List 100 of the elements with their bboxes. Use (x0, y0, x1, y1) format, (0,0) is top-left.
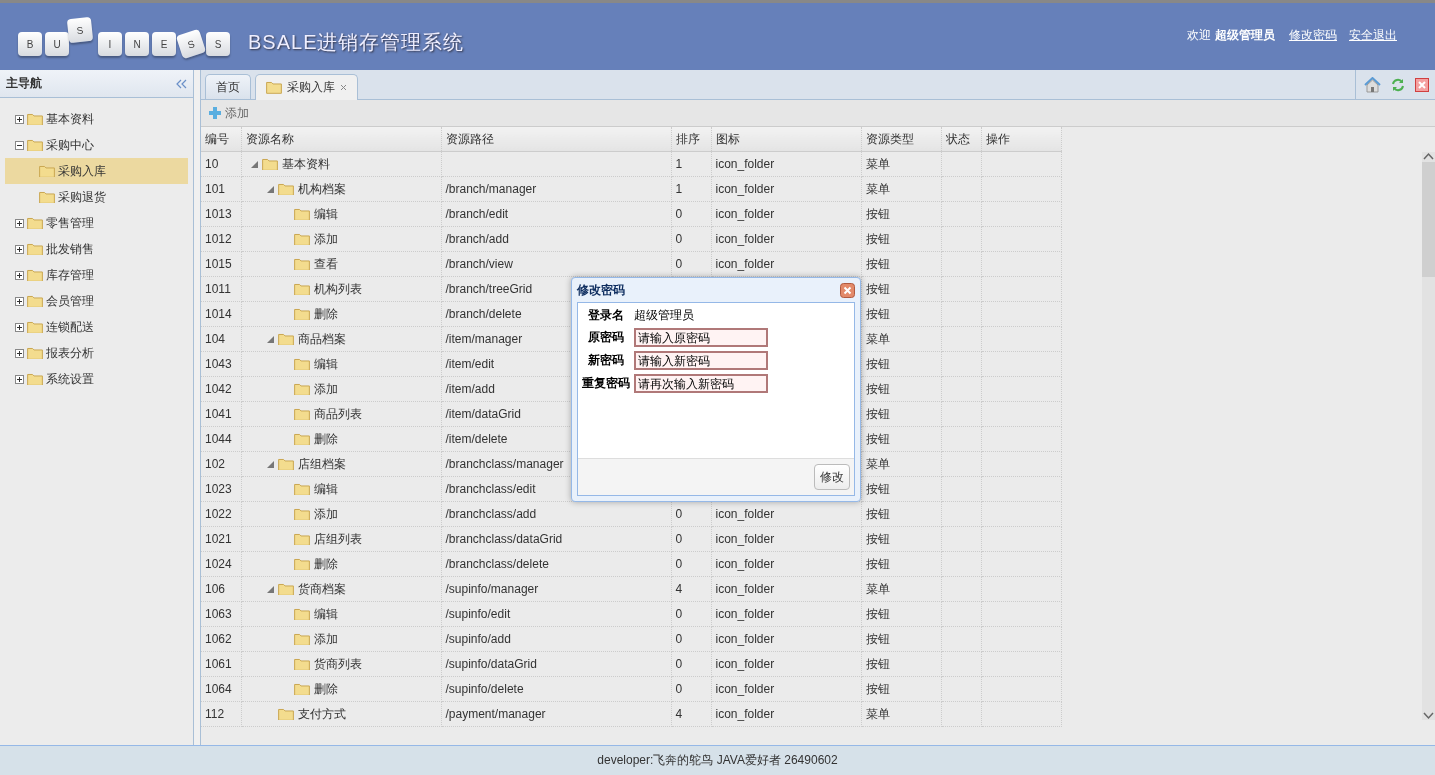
footer-text: developer:飞奔的鸵鸟 JAVA爱好者 26490602 (597, 752, 838, 769)
folder-icon (293, 482, 310, 496)
password-field[interactable]: 请输入新密码 (634, 351, 768, 370)
tree-arrow-icon[interactable] (266, 460, 274, 468)
collapse-chevron-icon[interactable] (176, 78, 187, 89)
folder-icon (293, 507, 310, 521)
tree-arrow-icon[interactable] (250, 160, 258, 168)
folder-icon (27, 372, 43, 386)
folder-icon (293, 307, 310, 321)
column-header[interactable]: 资源类型 (861, 127, 941, 152)
column-header[interactable]: 图标 (711, 127, 861, 152)
letter-key: S (206, 32, 230, 56)
table-cell: 1024 (201, 551, 241, 577)
close-icon[interactable] (340, 84, 347, 91)
scroll-down-icon[interactable] (1423, 712, 1434, 720)
letter-key: U (45, 32, 69, 56)
table-cell: 菜单 (861, 176, 941, 202)
nav-item[interactable]: 报表分析 (5, 340, 188, 366)
close-icon[interactable] (840, 282, 855, 298)
dialog-title: 修改密码 (577, 281, 625, 299)
column-header[interactable]: 状态 (941, 127, 981, 152)
expand-icon[interactable] (15, 374, 24, 384)
expand-icon[interactable] (15, 296, 24, 306)
password-field[interactable]: 请再次输入新密码 (634, 374, 768, 393)
table-cell: 1011 (201, 276, 241, 302)
password-field[interactable]: 请输入原密码 (634, 328, 768, 347)
expand-icon[interactable] (15, 348, 24, 358)
table-cell: 1021 (201, 526, 241, 552)
folder-icon (27, 242, 43, 256)
header-link[interactable]: 修改密码 (1289, 27, 1337, 44)
table-cell: 编辑 (313, 605, 338, 623)
nav-item[interactable]: 会员管理 (5, 288, 188, 314)
table-cell: 106 (201, 576, 241, 602)
table-cell: 编辑 (313, 480, 338, 498)
folder-icon (261, 157, 278, 171)
table-cell: 0 (671, 626, 711, 652)
folder-icon (27, 346, 43, 360)
field-label: 新密码 (587, 352, 625, 369)
expand-icon[interactable] (15, 114, 24, 124)
nav-item[interactable]: 采购入库 (5, 158, 188, 184)
folder-icon (293, 407, 310, 421)
tree-arrow-icon[interactable] (266, 185, 274, 193)
column-header[interactable]: 编号 (201, 127, 241, 152)
add-button[interactable]: 添加 (209, 104, 249, 122)
table-cell: 添加 (313, 380, 338, 398)
nav-item[interactable]: 批发销售 (5, 236, 188, 262)
nav-item[interactable]: 库存管理 (5, 262, 188, 288)
table-cell: 1015 (201, 251, 241, 277)
tab[interactable]: 首页 (205, 74, 251, 99)
nav-item[interactable]: 系统设置 (5, 366, 188, 392)
column-header[interactable]: 资源名称 (241, 127, 441, 152)
expand-icon[interactable] (15, 244, 24, 254)
table-cell: icon_folder (711, 526, 861, 552)
nav-item[interactable]: 零售管理 (5, 210, 188, 236)
table-cell: icon_folder (711, 201, 861, 227)
scroll-up-icon[interactable] (1423, 152, 1434, 160)
table-cell: 编辑 (313, 355, 338, 373)
nav-item[interactable]: 基本资料 (5, 106, 188, 132)
nav-item[interactable]: 采购退货 (5, 184, 188, 210)
table-cell: 102 (201, 451, 241, 477)
folder-icon (27, 138, 43, 152)
folder-icon (293, 682, 310, 696)
expand-icon[interactable] (15, 322, 24, 332)
table-cell: /supinfo/add (441, 626, 671, 652)
tab[interactable]: 采购入库 (255, 74, 358, 100)
table-cell: 按钮 (861, 501, 941, 527)
scroll-thumb[interactable] (1422, 162, 1435, 277)
table-cell: icon_folder (711, 251, 861, 277)
home-icon[interactable] (1364, 76, 1381, 93)
table-cell: 按钮 (861, 676, 941, 702)
table-cell: /branch/manager (441, 176, 671, 202)
folder-icon (293, 432, 310, 446)
collapse-icon[interactable] (15, 140, 24, 150)
close-icon[interactable] (1415, 77, 1429, 92)
table-cell: 商品列表 (313, 405, 362, 423)
table-cell: 1042 (201, 376, 241, 402)
table-cell: 按钮 (861, 251, 941, 277)
table-cell: 删除 (313, 555, 338, 573)
column-header[interactable]: 资源路径 (441, 127, 671, 152)
table-cell: 4 (671, 576, 711, 602)
column-header[interactable]: 排序 (671, 127, 711, 152)
tree-arrow-icon[interactable] (266, 585, 274, 593)
column-header[interactable]: 操作 (981, 127, 1061, 152)
expand-icon[interactable] (15, 270, 24, 280)
nav-item[interactable]: 连锁配送 (5, 314, 188, 340)
folder-icon (27, 320, 43, 334)
tree-arrow-icon[interactable] (266, 335, 274, 343)
table-cell: icon_folder (711, 626, 861, 652)
table-cell: 104 (201, 326, 241, 352)
table-cell: 添加 (313, 505, 338, 523)
nav-item[interactable]: 采购中心 (5, 132, 188, 158)
table-cell: 货商档案 (297, 580, 346, 598)
table-cell: 1064 (201, 676, 241, 702)
field-label: 重复密码 (582, 375, 630, 392)
header-link[interactable]: 安全退出 (1349, 27, 1397, 44)
submit-button[interactable]: 修改 (814, 464, 850, 490)
table-cell: 按钮 (861, 551, 941, 577)
table-cell: 1043 (201, 351, 241, 377)
vertical-scrollbar[interactable] (1422, 152, 1435, 720)
expand-icon[interactable] (15, 218, 24, 228)
